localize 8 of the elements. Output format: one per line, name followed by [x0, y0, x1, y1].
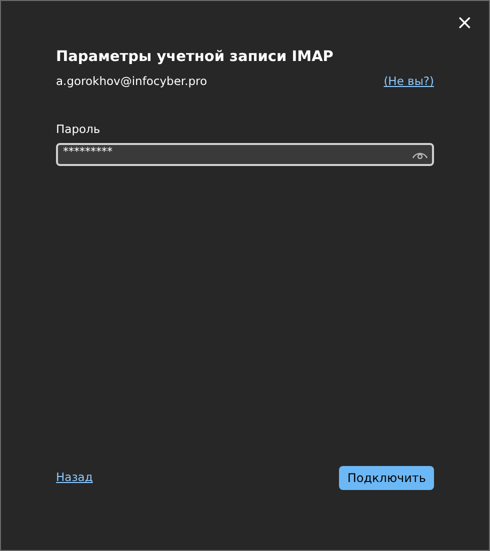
not-you-link[interactable]: (Не вы?): [384, 73, 434, 91]
password-field[interactable]: *********: [56, 142, 434, 166]
password-label: Пароль: [56, 120, 102, 138]
dialog-title: Параметры учетной записи IMAP: [56, 49, 334, 66]
back-link[interactable]: Назад: [56, 469, 93, 487]
account-email: a.gorokhov@infocyber.pro: [56, 73, 208, 90]
close-button[interactable]: ×: [454, 7, 475, 37]
connect-button[interactable]: Подключить: [339, 466, 434, 490]
